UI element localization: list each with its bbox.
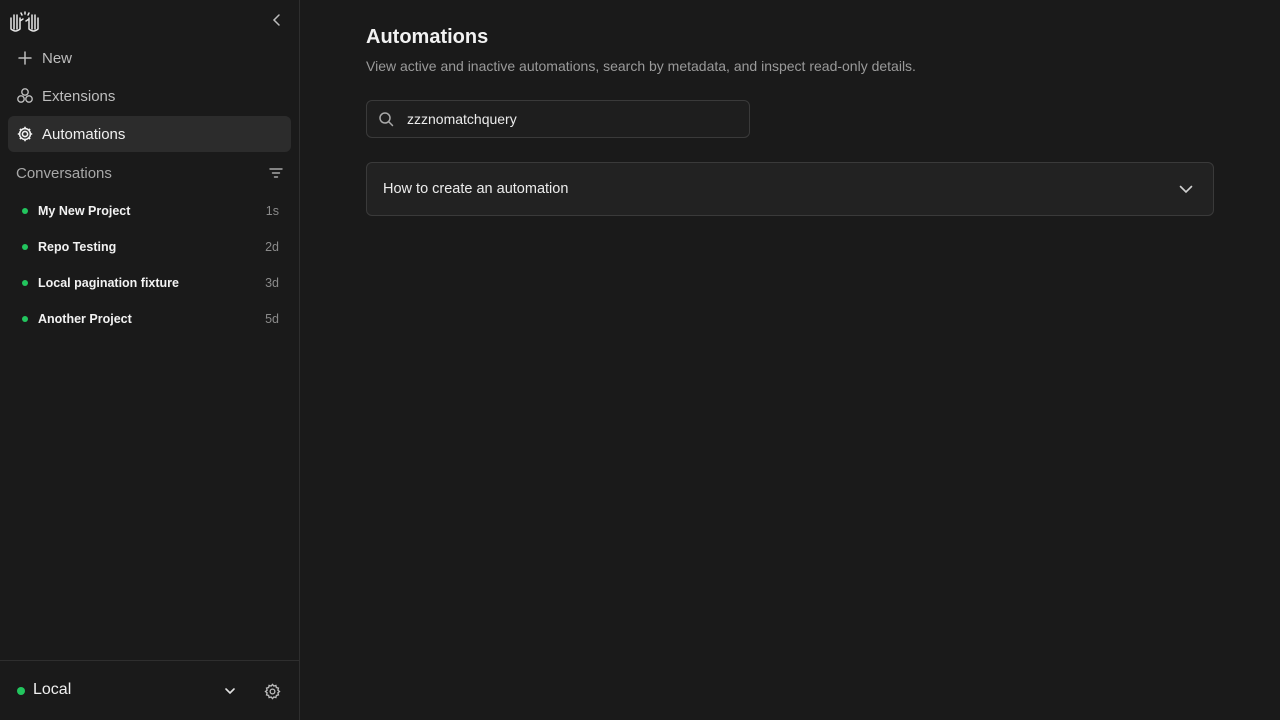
chevron-left-icon xyxy=(272,14,280,26)
extensions-icon xyxy=(16,87,34,105)
list-item[interactable]: Local pagination fixture 3d xyxy=(0,265,300,301)
chevron-down-icon[interactable] xyxy=(222,683,238,699)
status-dot xyxy=(22,208,28,214)
conversation-name: My New Project xyxy=(38,204,131,218)
conversation-list: My New Project 1s Repo Testing 2d Local … xyxy=(0,193,300,337)
conversation-time: 2d xyxy=(265,240,279,254)
environment-status-dot xyxy=(17,687,25,695)
conversation-name: Another Project xyxy=(38,312,132,326)
list-item[interactable]: My New Project 1s xyxy=(0,193,300,229)
settings-icon[interactable] xyxy=(264,683,281,700)
sidebar-item-extensions[interactable]: Extensions xyxy=(8,78,291,114)
plus-icon xyxy=(16,49,34,67)
main-content: Automations View active and inactive aut… xyxy=(300,0,1280,720)
how-to-accordion[interactable]: How to create an automation xyxy=(366,162,1214,216)
gear-icon xyxy=(16,125,34,143)
conversations-header: Conversations xyxy=(16,163,284,183)
conversation-name: Repo Testing xyxy=(38,240,117,254)
environment-selector[interactable]: Local xyxy=(33,681,71,699)
sidebar: New Extensions Automations Conversations xyxy=(0,0,300,720)
search-box xyxy=(366,100,750,138)
conversation-time: 5d xyxy=(265,312,279,326)
sidebar-item-automations[interactable]: Automations xyxy=(8,116,291,152)
conversation-time: 3d xyxy=(265,276,279,290)
list-item[interactable]: Another Project 5d xyxy=(0,301,300,337)
accordion-label: How to create an automation xyxy=(383,181,569,197)
list-item[interactable]: Repo Testing 2d xyxy=(0,229,300,265)
status-dot xyxy=(22,280,28,286)
status-dot xyxy=(22,244,28,250)
extensions-label: Extensions xyxy=(42,87,116,105)
new-button[interactable]: New xyxy=(8,40,291,76)
chevron-down-icon xyxy=(1177,180,1195,198)
automations-label: Automations xyxy=(42,125,126,143)
conversation-name: Local pagination fixture xyxy=(38,276,179,290)
search-input[interactable] xyxy=(407,111,727,127)
page-subtitle: View active and inactive automations, se… xyxy=(366,58,916,74)
conversation-time: 1s xyxy=(265,204,279,218)
hands-logo-icon xyxy=(8,9,42,33)
search-icon xyxy=(378,111,394,127)
filter-icon[interactable] xyxy=(268,165,284,181)
new-label: New xyxy=(42,49,73,67)
page-title: Automations xyxy=(366,26,489,48)
sidebar-footer: Local xyxy=(0,660,300,720)
collapse-sidebar-button[interactable] xyxy=(269,12,285,28)
conversations-title: Conversations xyxy=(16,164,112,182)
app: New Extensions Automations Conversations xyxy=(0,0,1280,720)
status-dot xyxy=(22,316,28,322)
